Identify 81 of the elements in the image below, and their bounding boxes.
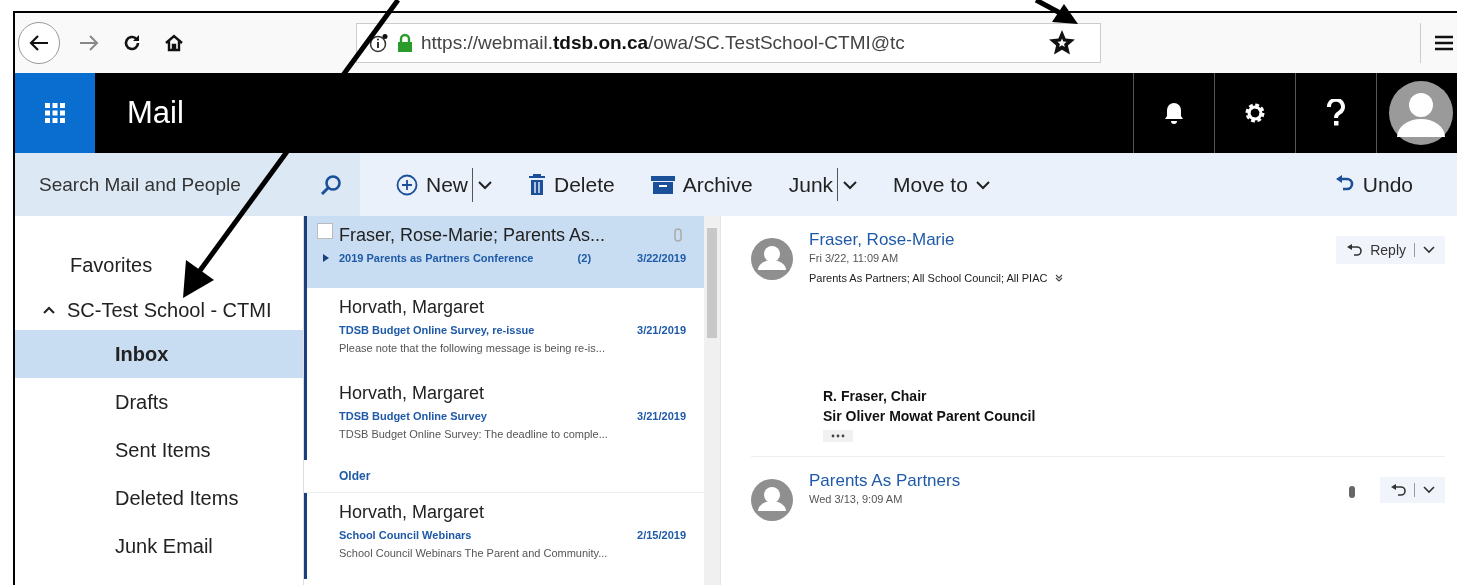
paperclip-icon (1348, 485, 1356, 499)
info-icon (369, 33, 389, 53)
bell-icon (1163, 101, 1185, 125)
sender-name: Horvath, Margaret (339, 382, 486, 404)
reply-icon (1390, 484, 1406, 496)
chevron-icon (43, 306, 55, 314)
caret-icon (1423, 486, 1435, 494)
folder-item[interactable]: Sent Items (15, 426, 303, 474)
subject-text: 2019 Parents as Partners Conference (339, 252, 535, 264)
reply-button[interactable] (1380, 477, 1445, 503)
home-icon[interactable] (164, 33, 184, 53)
subject-text: TDSB Budget Online Survey, re-issue (339, 324, 536, 336)
account-folder[interactable]: SC-Test School - CTMI (15, 290, 303, 330)
sender-name[interactable]: Parents As Partners (809, 471, 1332, 491)
reply-icon (1346, 244, 1363, 256)
search-input[interactable]: Search Mail and People (37, 172, 320, 197)
sender-avatar (751, 238, 793, 280)
date-text: 2/15/2019 (637, 529, 686, 541)
recipients-text: Parents As Partners; All School Council; All PIAC (809, 272, 1048, 284)
sender-name: Fraser, Rose-Marie; Parents As... (339, 224, 607, 246)
app-launcher-button[interactable] (15, 73, 95, 153)
message-item[interactable]: Fraser, Rose-Marie; Parents As... 2019 Parents as Partners Conference (2) 3/22/2019 (304, 216, 704, 288)
checkbox[interactable] (317, 223, 333, 239)
ellipsis-icon (831, 434, 845, 438)
reload-icon[interactable] (122, 33, 142, 53)
settings-icon (1243, 101, 1267, 125)
sender-name: Horvath, Margaret (339, 501, 486, 523)
date-text: 3/21/2019 (637, 410, 686, 422)
folder-item[interactable]: Drafts (15, 378, 303, 426)
preview-text: Please note that the following message is being re-is... (339, 342, 606, 354)
delete-button[interactable]: Delete (520, 166, 623, 203)
date-text: Fri 3/22, 11:09 AM (809, 252, 900, 264)
url-text: https://webmail.tdsb.on.ca/owa/SC.TestSchool-CTMI@tc (421, 32, 906, 54)
new-button[interactable]: New (388, 167, 473, 202)
back-arrow-icon (28, 34, 50, 52)
caret-icon (843, 179, 858, 190)
forward-icon[interactable] (78, 34, 100, 52)
archive-icon (650, 175, 675, 194)
search-icon[interactable] (320, 173, 342, 196)
folder-item[interactable]: Deleted Items (15, 474, 303, 522)
subject-text: TDSB Budget Online Survey (339, 410, 488, 422)
subject-text: School Council Webinars (339, 529, 473, 541)
caret-icon (478, 179, 492, 190)
archive-button[interactable]: Archive (642, 166, 761, 203)
lock-icon (397, 33, 413, 53)
address-bar[interactable]: https://webmail.tdsb.on.ca/owa/SC.TestSchool-CTMI@tc (356, 23, 1101, 63)
help-icon (1326, 99, 1346, 127)
group-header[interactable]: Older (304, 460, 704, 493)
caret-icon (1423, 246, 1435, 254)
favorites-heading[interactable]: Favorites (15, 254, 303, 290)
scrollbar-thumb[interactable] (707, 228, 717, 338)
caret-icon (975, 179, 990, 190)
date-text: 3/22/2019 (637, 252, 686, 264)
sender-name: Horvath, Margaret (339, 296, 486, 318)
search-field[interactable]: Search Mail and People (15, 153, 360, 216)
date-text: 3/21/2019 (637, 324, 686, 336)
expand-icon[interactable] (1055, 274, 1064, 282)
menu-icon[interactable] (1435, 35, 1453, 51)
preview-text: TDSB Budget Online Survey: The deadline to comple... (339, 428, 609, 440)
more-button[interactable] (823, 430, 853, 442)
date-text: Wed 3/13, 9:09 AM (809, 493, 904, 505)
expand-icon[interactable] (323, 254, 329, 262)
sender-avatar (751, 479, 793, 521)
app-title: Mail (127, 95, 184, 131)
signature-line: R. Fraser, Chair (823, 388, 927, 404)
trash-icon (528, 173, 546, 196)
message-count: (2) (577, 252, 592, 264)
back-button[interactable] (18, 22, 60, 64)
grid-icon (45, 103, 65, 123)
folder-item[interactable]: Inbox (15, 330, 303, 378)
paperclip-icon (674, 228, 682, 242)
reply-button[interactable]: Reply (1336, 236, 1445, 264)
undo-button[interactable]: Undo (1326, 166, 1421, 203)
plus-icon (396, 173, 418, 196)
folder-item[interactable]: Junk Email (15, 522, 303, 570)
move-to-button[interactable]: Move to (885, 166, 998, 203)
sender-name[interactable]: Fraser, Rose-Marie (809, 230, 1321, 250)
preview-text: School Council Webinars The Parent and Community... (339, 547, 609, 559)
signature-line: Sir Oliver Mowat Parent Council (823, 408, 1036, 424)
user-avatar[interactable] (1389, 81, 1453, 145)
junk-button[interactable]: Junk (780, 168, 839, 201)
